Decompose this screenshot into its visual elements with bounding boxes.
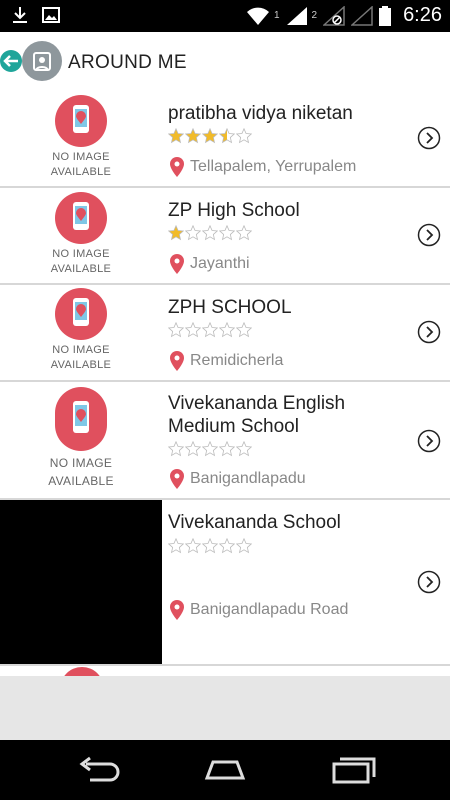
location-pin-icon: [170, 157, 184, 177]
list-item[interactable]: NO IMAGE AVAILABLE ZPH SCHOOL Remidicherl…: [0, 285, 450, 382]
school-name: pratibha vidya niketan: [168, 103, 353, 124]
recents-icon[interactable]: [322, 754, 382, 786]
list-item[interactable]: NO IMAGE AVAILABLE pratibha vidya niketan…: [0, 90, 450, 188]
status-left-icons: [12, 6, 60, 24]
no-image-placeholder: NO IMAGE AVAILABLE: [0, 387, 162, 490]
back-button[interactable]: [0, 50, 22, 72]
map-pin-icon: [55, 192, 107, 244]
no-signal-icon: [323, 5, 345, 26]
school-location: Jayanthi: [170, 254, 250, 274]
no-image-text: NO IMAGE AVAILABLE: [48, 456, 114, 488]
location-text: Banigandlapadu: [190, 470, 306, 487]
location-text: Remidicherla: [190, 352, 284, 369]
star-empty-icon: [202, 538, 218, 554]
school-location: Banigandlapadu Road: [170, 600, 348, 620]
star-empty-icon: [202, 322, 218, 338]
star-empty-icon: [236, 441, 252, 457]
list-item[interactable]: NO IMAGE AVAILABLE ZP High School Jayanth…: [0, 188, 450, 285]
school-location: Banigandlapadu: [170, 469, 306, 489]
school-name: ZPH SCHOOL: [168, 297, 292, 318]
download-icon: [13, 7, 27, 23]
rating-stars: [168, 225, 252, 247]
star-empty-icon: [202, 441, 218, 457]
star-empty-icon: [236, 128, 252, 144]
no-image-text: NO IMAGE AVAILABLE: [50, 248, 112, 275]
chevron-right-icon[interactable]: [417, 223, 441, 247]
star-empty-icon: [219, 322, 235, 338]
arrow-left-icon: [3, 55, 18, 67]
no-image-placeholder: NO IMAGE AVAILABLE: [0, 95, 162, 180]
location-text: Tellapalem, Yerrupalem: [190, 158, 357, 175]
school-location: Remidicherla: [170, 351, 283, 371]
back-icon[interactable]: [70, 754, 130, 786]
school-location: Tellapalem, Yerrupalem: [170, 157, 356, 177]
page-title: AROUND ME: [68, 52, 187, 73]
rating-stars: [168, 322, 252, 344]
location-pin-icon: [170, 351, 184, 371]
star-filled-icon: [185, 128, 201, 144]
star-empty-icon: [168, 322, 184, 338]
location-text: Jayanthi: [190, 255, 250, 272]
bottom-panel: [0, 676, 450, 740]
app-bar: AROUND ME: [0, 32, 450, 90]
status-right-icons: 1 2 6:26: [246, 4, 442, 27]
star-empty-icon: [185, 322, 201, 338]
no-image-placeholder: NO IMAGE AVAILABLE: [0, 192, 162, 277]
rating-stars: [168, 538, 252, 560]
no-image-text: NO IMAGE AVAILABLE: [50, 151, 112, 178]
navigation-bar: [0, 740, 450, 800]
school-name: ZP High School: [168, 200, 300, 221]
star-filled-icon: [168, 128, 184, 144]
star-empty-icon: [185, 538, 201, 554]
chevron-right-icon[interactable]: [417, 570, 441, 594]
no-image-placeholder: NO IMAGE AVAILABLE: [0, 288, 162, 373]
battery-icon: [379, 5, 392, 26]
location-pin-icon: [170, 600, 184, 620]
chevron-right-icon[interactable]: [417, 126, 441, 150]
location-text: Banigandlapadu Road: [190, 601, 349, 618]
map-pin-icon: [55, 95, 107, 147]
school-image: [0, 500, 162, 664]
star-empty-icon: [236, 322, 252, 338]
location-pin-icon: [170, 469, 184, 489]
no-image-text: NO IMAGE AVAILABLE: [50, 344, 112, 371]
sim1-label: 1: [273, 10, 280, 21]
clock: 6:26: [403, 4, 442, 26]
map-pin-icon: [55, 387, 107, 451]
star-empty-icon: [219, 441, 235, 457]
chevron-right-icon[interactable]: [417, 320, 441, 344]
map-pin-icon: [55, 288, 107, 340]
star-empty-icon: [219, 225, 235, 241]
list-item[interactable]: Vivekananda School Banigandlapadu Road: [0, 500, 450, 666]
rating-stars: [168, 441, 252, 463]
star-empty-icon: [168, 538, 184, 554]
star-empty-icon: [185, 441, 201, 457]
star-half-icon: [219, 128, 235, 144]
star-filled-icon: [202, 128, 218, 144]
status-bar: 1 2 6:26: [0, 0, 450, 32]
location-pin-icon: [170, 254, 184, 274]
sim2-label: 2: [311, 10, 318, 21]
image-icon: [42, 7, 60, 23]
wifi-icon: [246, 7, 269, 25]
chevron-right-icon[interactable]: [417, 429, 441, 453]
star-filled-icon: [168, 225, 184, 241]
star-empty-icon: [202, 225, 218, 241]
location-avatar-icon: [22, 41, 62, 81]
list-item[interactable]: NO IMAGE AVAILABLE Vivekananda English Me…: [0, 382, 450, 500]
signal-icon: [286, 6, 307, 25]
star-empty-icon: [219, 538, 235, 554]
school-name: Vivekananda School: [168, 512, 341, 533]
home-icon[interactable]: [195, 754, 255, 786]
signal-empty-icon: [351, 5, 373, 26]
star-empty-icon: [236, 538, 252, 554]
star-empty-icon: [185, 225, 201, 241]
school-name: Vivekananda English Medium School: [168, 393, 346, 437]
star-empty-icon: [168, 441, 184, 457]
star-empty-icon: [236, 225, 252, 241]
rating-stars: [168, 128, 252, 150]
